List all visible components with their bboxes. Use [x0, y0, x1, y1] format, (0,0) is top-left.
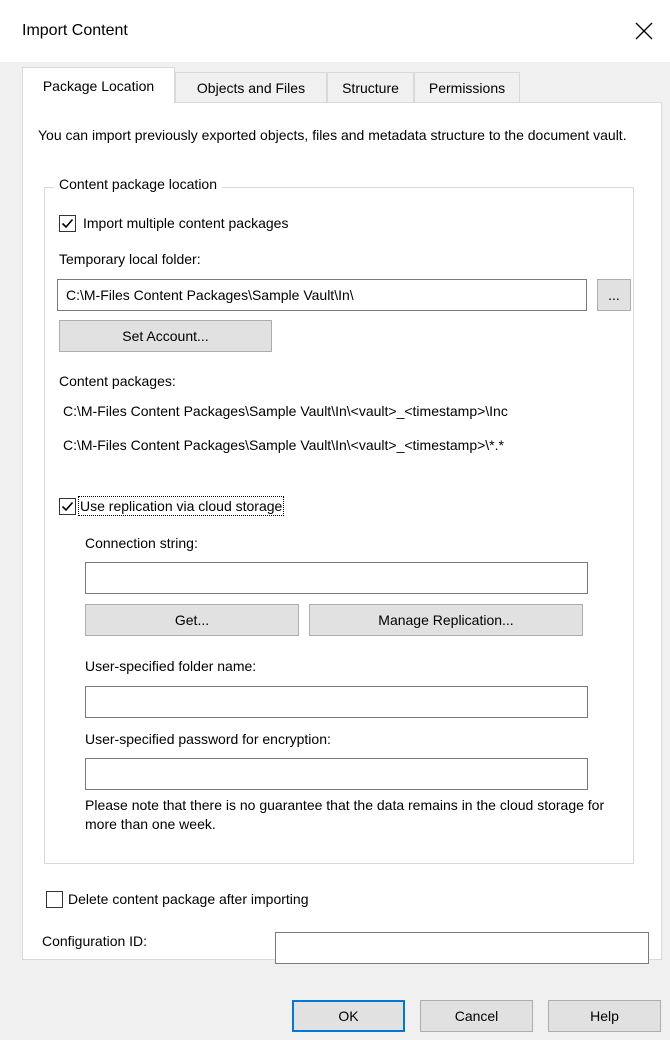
delete-after-import-checkbox[interactable]	[46, 891, 63, 908]
password-label: User-specified password for encryption:	[85, 731, 331, 747]
window-title: Import Content	[22, 22, 128, 39]
manage-replication-button[interactable]: Manage Replication...	[309, 604, 583, 636]
title-bar: Import Content	[0, 0, 670, 62]
cancel-button[interactable]: Cancel	[420, 1000, 533, 1032]
tab-permissions[interactable]: Permissions	[414, 72, 520, 102]
tab-structure[interactable]: Structure	[327, 72, 414, 102]
connection-string-label: Connection string:	[85, 535, 198, 551]
checkmark-icon	[61, 218, 74, 229]
close-icon	[635, 22, 653, 40]
use-replication-label: Use replication via cloud storage	[77, 496, 285, 516]
temp-folder-label: Temporary local folder:	[59, 251, 201, 267]
ok-button[interactable]: OK	[292, 1000, 405, 1032]
tab-package-location[interactable]: Package Location	[22, 67, 175, 103]
browse-button[interactable]: ...	[597, 279, 631, 311]
close-button[interactable]	[618, 0, 670, 62]
content-packages-label: Content packages:	[59, 373, 176, 389]
content-package-path: C:\M-Files Content Packages\Sample Vault…	[63, 437, 504, 453]
delete-after-import-label: Delete content package after importing	[68, 891, 309, 907]
password-input[interactable]	[85, 758, 588, 790]
configuration-id-label: Configuration ID:	[42, 933, 148, 949]
get-button[interactable]: Get...	[85, 604, 299, 636]
use-replication-checkbox[interactable]	[59, 498, 76, 515]
group-label: Content package location	[54, 176, 222, 192]
help-button[interactable]: Help	[548, 1000, 661, 1032]
cloud-storage-note: Please note that there is no guarantee t…	[85, 797, 605, 832]
tab-objects-and-files[interactable]: Objects and Files	[175, 72, 327, 102]
folder-name-input[interactable]	[85, 686, 588, 718]
configuration-id-input[interactable]	[275, 932, 649, 964]
connection-string-input[interactable]	[85, 562, 588, 594]
intro-text: You can import previously exported objec…	[38, 127, 627, 143]
checkmark-icon	[61, 501, 74, 512]
set-account-button[interactable]: Set Account...	[59, 320, 272, 352]
import-multiple-checkbox[interactable]	[59, 215, 76, 232]
import-multiple-label: Import multiple content packages	[83, 215, 289, 231]
folder-name-label: User-specified folder name:	[85, 658, 257, 674]
temp-folder-input[interactable]	[57, 279, 587, 311]
content-package-path: C:\M-Files Content Packages\Sample Vault…	[63, 403, 508, 419]
